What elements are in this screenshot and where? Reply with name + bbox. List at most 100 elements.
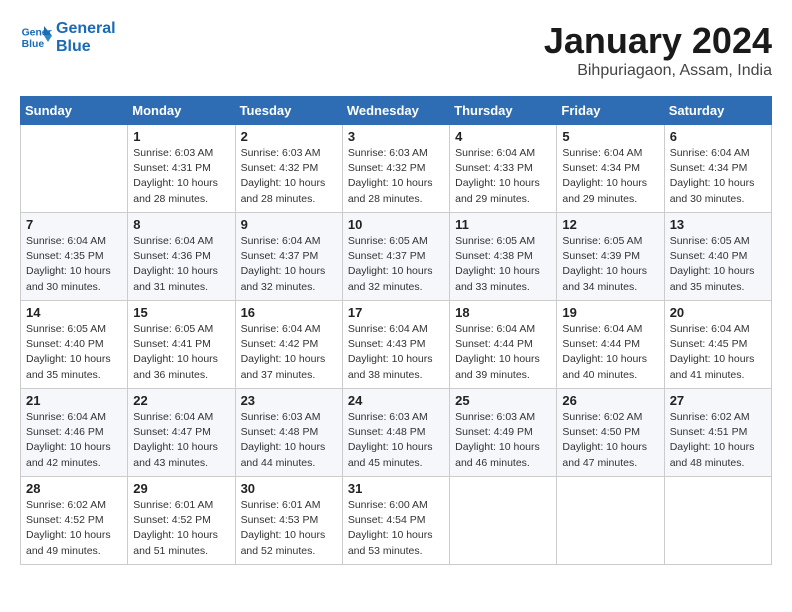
weekday-header-row: SundayMondayTuesdayWednesdayThursdayFrid… <box>21 97 772 125</box>
logo-icon: General Blue <box>20 24 52 52</box>
calendar-cell: 12 Sunrise: 6:05 AM Sunset: 4:39 PM Dayli… <box>557 213 664 301</box>
calendar-cell: 16 Sunrise: 6:04 AM Sunset: 4:42 PM Dayli… <box>235 301 342 389</box>
calendar-cell: 31Sunrise: 6:00 AM Sunset: 4:54 PM Dayli… <box>342 477 449 565</box>
day-number: 4 <box>455 129 551 144</box>
calendar-cell: 27 Sunrise: 6:02 AM Sunset: 4:51 PM Dayli… <box>664 389 771 477</box>
day-number: 31 <box>348 481 444 496</box>
day-number: 12 <box>562 217 658 232</box>
day-info: Sunrise: 6:04 AM Sunset: 4:43 PM Dayligh… <box>348 322 444 383</box>
calendar-cell: 23 Sunrise: 6:03 AM Sunset: 4:48 PM Dayli… <box>235 389 342 477</box>
day-number: 9 <box>241 217 337 232</box>
day-number: 14 <box>26 305 122 320</box>
day-info: Sunrise: 6:03 AM Sunset: 4:31 PM Dayligh… <box>133 146 229 207</box>
day-number: 17 <box>348 305 444 320</box>
calendar-cell: 5 Sunrise: 6:04 AM Sunset: 4:34 PM Daylig… <box>557 125 664 213</box>
calendar-cell: 26 Sunrise: 6:02 AM Sunset: 4:50 PM Dayli… <box>557 389 664 477</box>
day-info: Sunrise: 6:05 AM Sunset: 4:39 PM Dayligh… <box>562 234 658 295</box>
day-info: Sunrise: 6:02 AM Sunset: 4:50 PM Dayligh… <box>562 410 658 471</box>
weekday-header: Friday <box>557 97 664 125</box>
calendar-cell: 20Sunrise: 6:04 AM Sunset: 4:45 PM Dayli… <box>664 301 771 389</box>
day-info: Sunrise: 6:05 AM Sunset: 4:38 PM Dayligh… <box>455 234 551 295</box>
svg-text:Blue: Blue <box>22 39 45 50</box>
calendar-cell: 1 Sunrise: 6:03 AM Sunset: 4:31 PM Daylig… <box>128 125 235 213</box>
day-info: Sunrise: 6:04 AM Sunset: 4:46 PM Dayligh… <box>26 410 122 471</box>
title-block: January 2024 Bihpuriagaon, Assam, India <box>544 20 772 80</box>
day-info: Sunrise: 6:04 AM Sunset: 4:42 PM Dayligh… <box>241 322 337 383</box>
weekday-header: Sunday <box>21 97 128 125</box>
day-number: 1 <box>133 129 229 144</box>
day-number: 15 <box>133 305 229 320</box>
day-info: Sunrise: 6:04 AM Sunset: 4:33 PM Dayligh… <box>455 146 551 207</box>
calendar-cell: 30 Sunrise: 6:01 AM Sunset: 4:53 PM Dayli… <box>235 477 342 565</box>
day-info: Sunrise: 6:04 AM Sunset: 4:34 PM Dayligh… <box>670 146 766 207</box>
calendar-cell: 28Sunrise: 6:02 AM Sunset: 4:52 PM Dayli… <box>21 477 128 565</box>
day-number: 24 <box>348 393 444 408</box>
logo: General Blue General Blue <box>20 20 116 57</box>
calendar-cell <box>450 477 557 565</box>
logo-general: General <box>56 20 116 38</box>
day-number: 23 <box>241 393 337 408</box>
day-number: 11 <box>455 217 551 232</box>
logo-blue: Blue <box>56 38 116 56</box>
calendar-week-row: 21Sunrise: 6:04 AM Sunset: 4:46 PM Dayli… <box>21 389 772 477</box>
calendar-table: SundayMondayTuesdayWednesdayThursdayFrid… <box>20 96 772 565</box>
day-number: 29 <box>133 481 229 496</box>
weekday-header: Tuesday <box>235 97 342 125</box>
day-number: 3 <box>348 129 444 144</box>
day-info: Sunrise: 6:02 AM Sunset: 4:51 PM Dayligh… <box>670 410 766 471</box>
calendar-cell: 21Sunrise: 6:04 AM Sunset: 4:46 PM Dayli… <box>21 389 128 477</box>
page-header: General Blue General Blue January 2024 B… <box>20 20 772 80</box>
calendar-cell: 13 Sunrise: 6:05 AM Sunset: 4:40 PM Dayli… <box>664 213 771 301</box>
calendar-cell: 19Sunrise: 6:04 AM Sunset: 4:44 PM Dayli… <box>557 301 664 389</box>
calendar-cell <box>21 125 128 213</box>
day-number: 2 <box>241 129 337 144</box>
day-number: 13 <box>670 217 766 232</box>
calendar-cell: 24 Sunrise: 6:03 AM Sunset: 4:48 PM Dayli… <box>342 389 449 477</box>
day-number: 6 <box>670 129 766 144</box>
calendar-week-row: 1 Sunrise: 6:03 AM Sunset: 4:31 PM Daylig… <box>21 125 772 213</box>
day-number: 30 <box>241 481 337 496</box>
day-number: 27 <box>670 393 766 408</box>
day-info: Sunrise: 6:05 AM Sunset: 4:41 PM Dayligh… <box>133 322 229 383</box>
day-info: Sunrise: 6:04 AM Sunset: 4:44 PM Dayligh… <box>455 322 551 383</box>
month-title: January 2024 <box>544 20 772 62</box>
calendar-week-row: 28Sunrise: 6:02 AM Sunset: 4:52 PM Dayli… <box>21 477 772 565</box>
day-info: Sunrise: 6:04 AM Sunset: 4:44 PM Dayligh… <box>562 322 658 383</box>
calendar-cell: 18 Sunrise: 6:04 AM Sunset: 4:44 PM Dayli… <box>450 301 557 389</box>
day-number: 26 <box>562 393 658 408</box>
weekday-header: Wednesday <box>342 97 449 125</box>
calendar-cell: 6 Sunrise: 6:04 AM Sunset: 4:34 PM Daylig… <box>664 125 771 213</box>
day-info: Sunrise: 6:03 AM Sunset: 4:49 PM Dayligh… <box>455 410 551 471</box>
calendar-cell: 3 Sunrise: 6:03 AM Sunset: 4:32 PM Daylig… <box>342 125 449 213</box>
calendar-cell <box>664 477 771 565</box>
calendar-cell: 14Sunrise: 6:05 AM Sunset: 4:40 PM Dayli… <box>21 301 128 389</box>
calendar-cell: 2 Sunrise: 6:03 AM Sunset: 4:32 PM Daylig… <box>235 125 342 213</box>
calendar-cell: 4 Sunrise: 6:04 AM Sunset: 4:33 PM Daylig… <box>450 125 557 213</box>
day-info: Sunrise: 6:04 AM Sunset: 4:45 PM Dayligh… <box>670 322 766 383</box>
day-number: 5 <box>562 129 658 144</box>
day-info: Sunrise: 6:05 AM Sunset: 4:37 PM Dayligh… <box>348 234 444 295</box>
day-info: Sunrise: 6:04 AM Sunset: 4:37 PM Dayligh… <box>241 234 337 295</box>
day-info: Sunrise: 6:03 AM Sunset: 4:48 PM Dayligh… <box>241 410 337 471</box>
day-info: Sunrise: 6:05 AM Sunset: 4:40 PM Dayligh… <box>670 234 766 295</box>
day-info: Sunrise: 6:04 AM Sunset: 4:34 PM Dayligh… <box>562 146 658 207</box>
day-number: 28 <box>26 481 122 496</box>
calendar-cell: 15 Sunrise: 6:05 AM Sunset: 4:41 PM Dayli… <box>128 301 235 389</box>
day-info: Sunrise: 6:03 AM Sunset: 4:48 PM Dayligh… <box>348 410 444 471</box>
weekday-header: Saturday <box>664 97 771 125</box>
day-info: Sunrise: 6:01 AM Sunset: 4:53 PM Dayligh… <box>241 498 337 559</box>
calendar-cell: 8Sunrise: 6:04 AM Sunset: 4:36 PM Daylig… <box>128 213 235 301</box>
day-info: Sunrise: 6:03 AM Sunset: 4:32 PM Dayligh… <box>241 146 337 207</box>
day-number: 10 <box>348 217 444 232</box>
day-number: 22 <box>133 393 229 408</box>
calendar-week-row: 14Sunrise: 6:05 AM Sunset: 4:40 PM Dayli… <box>21 301 772 389</box>
calendar-cell: 9 Sunrise: 6:04 AM Sunset: 4:37 PM Daylig… <box>235 213 342 301</box>
weekday-header: Monday <box>128 97 235 125</box>
calendar-cell: 29Sunrise: 6:01 AM Sunset: 4:52 PM Dayli… <box>128 477 235 565</box>
day-number: 16 <box>241 305 337 320</box>
calendar-cell: 17 Sunrise: 6:04 AM Sunset: 4:43 PM Dayli… <box>342 301 449 389</box>
day-number: 18 <box>455 305 551 320</box>
day-info: Sunrise: 6:03 AM Sunset: 4:32 PM Dayligh… <box>348 146 444 207</box>
weekday-header: Thursday <box>450 97 557 125</box>
calendar-cell <box>557 477 664 565</box>
